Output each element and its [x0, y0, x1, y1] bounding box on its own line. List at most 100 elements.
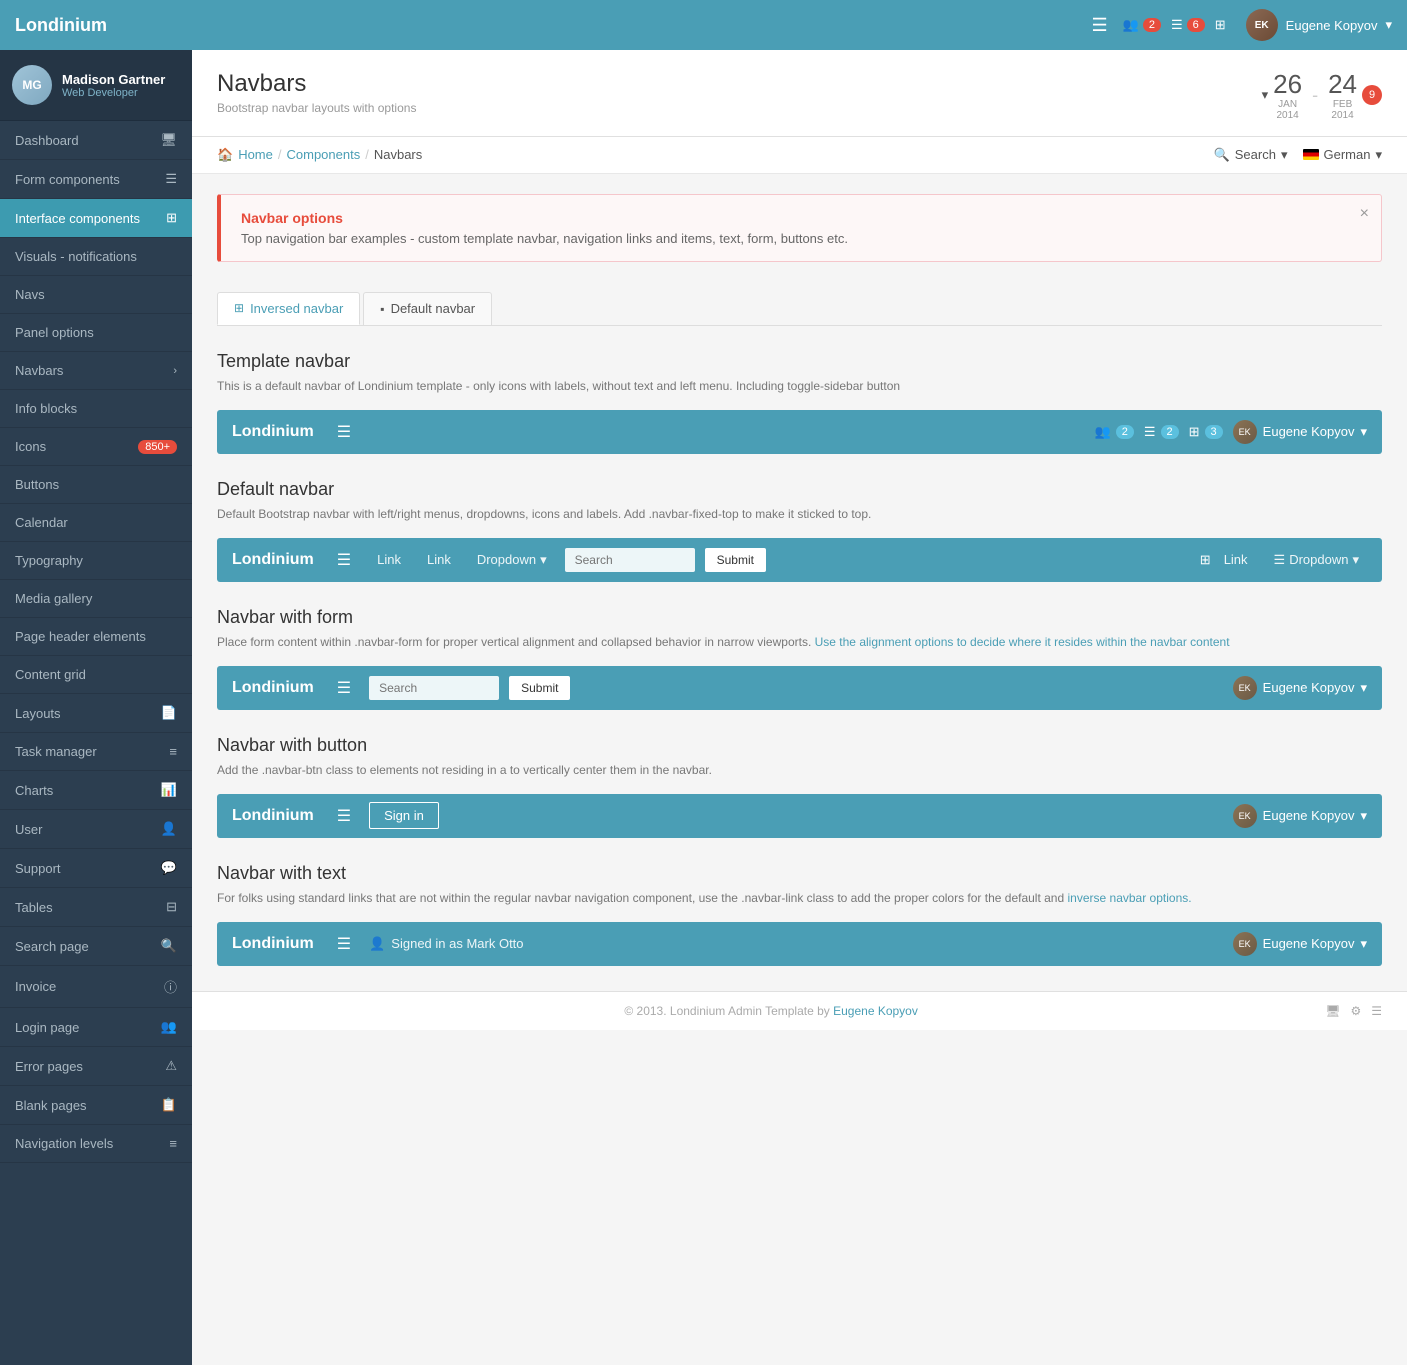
demo-user-4[interactable]: EK Eugene Kopyov ▾ — [1233, 932, 1367, 956]
sidebar-item-user[interactable]: User 👤 — [0, 810, 192, 849]
page-subtitle: Bootstrap navbar layouts with options — [217, 101, 416, 115]
date-to: 24 FEB 2014 — [1328, 70, 1357, 121]
sidebar-item-typography[interactable]: Typography — [0, 542, 192, 580]
sidebar-user: MG Madison Gartner Web Developer — [0, 50, 192, 121]
demo-hamburger-3[interactable]: ☰ — [329, 674, 359, 702]
demo-submit-button-2[interactable]: Submit — [509, 676, 570, 700]
sidebar-item-form-components[interactable]: Form components ☰ — [0, 160, 192, 199]
grid-icon: ⊞ — [1215, 17, 1226, 33]
hamburger-icon[interactable]: ☰ — [1092, 15, 1108, 36]
date-separator: - — [1312, 85, 1318, 106]
user-avatar: EK — [1246, 9, 1278, 41]
breadcrumb-home[interactable]: Home — [238, 147, 273, 162]
demo-search-input-2[interactable] — [369, 676, 499, 700]
sidebar-item-layouts[interactable]: Layouts 📄 — [0, 694, 192, 733]
section-title-form: Navbar with form — [217, 607, 1382, 628]
search-button[interactable]: 🔍 Search ▾ — [1214, 147, 1288, 163]
language-button[interactable]: German ▾ — [1303, 147, 1383, 163]
section-desc-default: Default Bootstrap navbar with left/right… — [217, 505, 1382, 523]
sidebar-item-panel-options[interactable]: Panel options — [0, 314, 192, 352]
demo-users-icon-1: 👥 — [1095, 424, 1111, 440]
breadcrumb-sep-2: / — [365, 147, 369, 162]
demo-user-arrow-3: ▾ — [1360, 808, 1367, 824]
demo-user-1[interactable]: EK Eugene Kopyov ▾ — [1233, 420, 1367, 444]
search-dropdown-icon: ▾ — [1281, 147, 1288, 163]
sidebar-item-navbars[interactable]: Navbars › — [0, 352, 192, 390]
sidebar-item-blank-pages[interactable]: Blank pages 📋 — [0, 1086, 192, 1125]
alert-box: Navbar options Top navigation bar exampl… — [217, 194, 1382, 262]
page-footer: © 2013. Londinium Admin Template by Euge… — [192, 991, 1407, 1030]
section-title-button: Navbar with button — [217, 735, 1382, 756]
demo-user-arrow-4: ▾ — [1360, 936, 1367, 952]
sidebar-item-dashboard[interactable]: Dashboard 🖥 — [0, 121, 192, 160]
section-desc-template: This is a default navbar of Londinium te… — [217, 377, 1382, 395]
section-desc-text: For folks using standard links that are … — [217, 889, 1382, 907]
demo-hamburger-2[interactable]: ☰ — [329, 546, 359, 574]
sidebar-item-tables[interactable]: Tables ⊟ — [0, 888, 192, 927]
demo-avatar-4: EK — [1233, 932, 1257, 956]
sidebar-item-task-manager[interactable]: Task manager ≡ — [0, 733, 192, 771]
nav-levels-icon: ≡ — [169, 1136, 177, 1151]
demo-icon-group-1: 👥 2 — [1095, 424, 1134, 440]
demo-search-input-1[interactable] — [565, 548, 695, 572]
demo-grid-group-1: ⊞ 3 — [1189, 424, 1223, 440]
sidebar-item-page-header[interactable]: Page header elements — [0, 618, 192, 656]
search-page-icon: 🔍 — [161, 938, 177, 954]
sidebar-item-error-pages[interactable]: Error pages ⚠ — [0, 1047, 192, 1086]
demo-link-2[interactable]: Link — [419, 548, 459, 571]
demo-users-badge-1: 2 — [1116, 425, 1134, 439]
demo-grid-badge-1: 3 — [1205, 425, 1223, 439]
demo-user-2[interactable]: EK Eugene Kopyov ▾ — [1233, 676, 1367, 700]
sidebar-item-icons[interactable]: Icons 850+ — [0, 428, 192, 466]
support-icon: 💬 — [161, 860, 177, 876]
sidebar-item-navigation-levels[interactable]: Navigation levels ≡ — [0, 1125, 192, 1163]
sidebar-item-interface-components[interactable]: Interface components ⊞ — [0, 199, 192, 238]
sidebar-item-calendar[interactable]: Calendar — [0, 504, 192, 542]
sidebar-item-charts[interactable]: Charts 📊 — [0, 771, 192, 810]
demo-avatar-2: EK — [1233, 676, 1257, 700]
footer-monitor-icon[interactable]: 🖥 — [1325, 1004, 1340, 1018]
sidebar-item-buttons[interactable]: Buttons — [0, 466, 192, 504]
demo-link-1[interactable]: Link — [369, 548, 409, 571]
demo-hamburger-4[interactable]: ☰ — [329, 802, 359, 830]
sidebar-item-info-blocks[interactable]: Info blocks — [0, 390, 192, 428]
demo-hamburger-5[interactable]: ☰ — [329, 930, 359, 958]
breadcrumb-components[interactable]: Components — [287, 147, 361, 162]
charts-icon: 📊 — [161, 782, 177, 798]
alert-close-button[interactable]: × — [1360, 205, 1369, 223]
demo-dropdown-1[interactable]: Dropdown ▾ — [469, 548, 555, 572]
list-badge[interactable]: ☰ 6 — [1171, 17, 1205, 33]
sidebar-item-navs[interactable]: Navs — [0, 276, 192, 314]
sidebar-item-media-gallery[interactable]: Media gallery — [0, 580, 192, 618]
demo-grid-icon-2: ⊞ — [1200, 552, 1211, 568]
footer-layers-icon[interactable]: ☰ — [1371, 1004, 1382, 1018]
demo-submit-button-1[interactable]: Submit — [705, 548, 766, 572]
demo-user-3[interactable]: EK Eugene Kopyov ▾ — [1233, 804, 1367, 828]
layouts-icon: 📄 — [161, 705, 177, 721]
tab-inversed-navbar[interactable]: ⊞ Inversed navbar — [217, 292, 360, 325]
sidebar-item-visuals[interactable]: Visuals - notifications — [0, 238, 192, 276]
search-icon: 🔍 — [1214, 147, 1230, 163]
demo-brand-4: Londinium — [232, 807, 314, 825]
sidebar-item-invoice[interactable]: Invoice ⓘ — [0, 966, 192, 1008]
demo-list-icon-1: ☰ — [1144, 424, 1156, 440]
users-badge[interactable]: 👥 2 — [1123, 17, 1161, 33]
tab-default-navbar[interactable]: ▪ Default navbar — [363, 292, 492, 325]
footer-author-link[interactable]: Eugene Kopyov — [833, 1004, 918, 1018]
main-layout: MG Madison Gartner Web Developer Dashboa… — [0, 50, 1407, 1365]
demo-hamburger-1[interactable]: ☰ — [329, 418, 359, 446]
sidebar-item-support[interactable]: Support 💬 — [0, 849, 192, 888]
grid-badge[interactable]: ⊞ — [1215, 17, 1226, 33]
sidebar-item-search-page[interactable]: Search page 🔍 — [0, 927, 192, 966]
sidebar: MG Madison Gartner Web Developer Dashboa… — [0, 50, 192, 1365]
demo-navbar-form: Londinium ☰ Submit EK Eugene Kopyov ▾ — [217, 666, 1382, 710]
demo-dropdown-2[interactable]: ☰ Dropdown ▾ — [1266, 548, 1367, 572]
sidebar-item-login-page[interactable]: Login page 👥 — [0, 1008, 192, 1047]
dropdown-arrow-2: ▾ — [1352, 552, 1359, 568]
footer-settings-icon[interactable]: ⚙ — [1350, 1004, 1361, 1018]
sidebar-user-info: Madison Gartner Web Developer — [62, 72, 165, 99]
sidebar-item-content-grid[interactable]: Content grid — [0, 656, 192, 694]
user-menu[interactable]: EK Eugene Kopyov ▾ — [1246, 9, 1392, 41]
demo-sign-in-button[interactable]: Sign in — [369, 802, 439, 829]
demo-user-icon-text: 👤 — [369, 936, 385, 952]
